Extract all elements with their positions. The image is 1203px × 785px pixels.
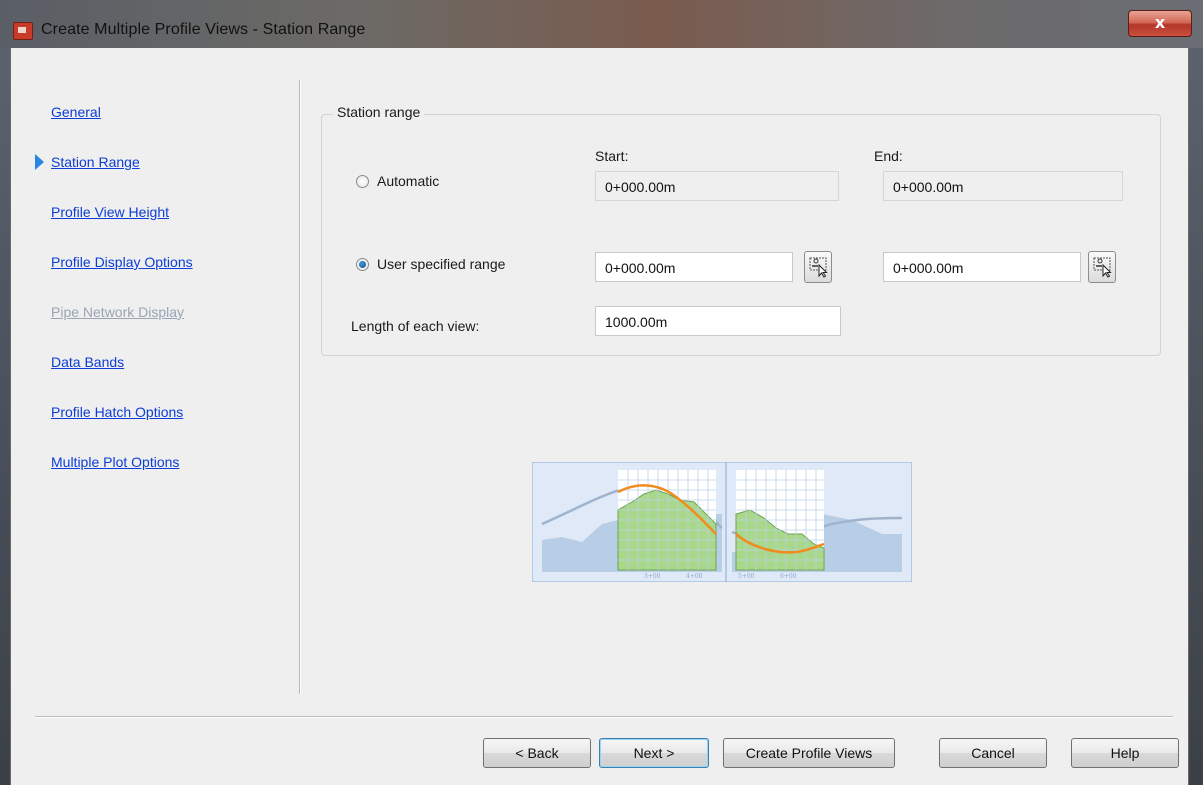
nav-item-station-range[interactable]: Station Range [51, 154, 140, 170]
wizard-nav: General Station Range Profile View Heigh… [11, 48, 299, 698]
dialog-body: General Station Range Profile View Heigh… [10, 48, 1189, 785]
nav-divider [299, 80, 301, 694]
length-of-view-label: Length of each view: [351, 318, 480, 334]
window-title: Create Multiple Profile Views - Station … [41, 21, 366, 38]
start-label: Start: [595, 148, 629, 164]
automatic-start-field: 0+000.00m [595, 171, 839, 201]
automatic-radio-label[interactable]: Automatic [377, 173, 439, 189]
station-range-group-title: Station range [333, 104, 425, 120]
nav-item-profile-hatch-options[interactable]: Profile Hatch Options [51, 404, 183, 420]
help-button[interactable]: Help [1071, 738, 1179, 768]
automatic-end-field: 0+000.00m [883, 171, 1123, 201]
app-icon [13, 22, 33, 40]
multiple-views-preview-image: 3+00 4+00 5+00 6+00 [532, 462, 912, 582]
dialog-window: Create Multiple Profile Views - Station … [0, 0, 1203, 785]
create-profile-views-button[interactable]: Create Profile Views [723, 738, 895, 768]
next-button[interactable]: Next > [599, 738, 709, 768]
preview-tick-label: 6+00 [780, 573, 797, 580]
user-specified-radio[interactable] [356, 258, 369, 271]
length-of-view-input[interactable]: 1000.00m [595, 306, 841, 336]
nav-item-pipe-network-display: Pipe Network Display [51, 304, 185, 320]
nav-item-multiple-plot-options[interactable]: Multiple Plot Options [51, 454, 179, 470]
nav-item-profile-display-options[interactable]: Profile Display Options [51, 254, 193, 270]
user-start-input[interactable]: 0+000.00m [595, 252, 793, 282]
preview-tick-label: 3+00 [644, 573, 661, 580]
nav-item-profile-view-height[interactable]: Profile View Height [51, 204, 169, 220]
nav-item-data-bands[interactable]: Data Bands [51, 354, 124, 370]
back-button[interactable]: < Back [483, 738, 591, 768]
close-button[interactable]: x [1128, 10, 1192, 37]
pick-point-icon [809, 257, 828, 278]
pick-end-station-button[interactable] [1088, 251, 1116, 283]
user-specified-radio-label[interactable]: User specified range [377, 256, 505, 272]
user-end-input[interactable]: 0+000.00m [883, 252, 1081, 282]
current-page-arrow-icon [35, 154, 44, 170]
preview-tick-label: 4+00 [686, 573, 703, 580]
footer-divider [35, 716, 1173, 718]
nav-item-general[interactable]: General [51, 104, 101, 120]
cancel-button[interactable]: Cancel [939, 738, 1047, 768]
preview-tick-label: 5+00 [738, 573, 755, 580]
title-bar[interactable]: Create Multiple Profile Views - Station … [0, 0, 1203, 48]
pick-start-station-button[interactable] [804, 251, 832, 283]
automatic-radio[interactable] [356, 175, 369, 188]
pick-point-icon [1093, 257, 1112, 278]
end-label: End: [874, 148, 903, 164]
